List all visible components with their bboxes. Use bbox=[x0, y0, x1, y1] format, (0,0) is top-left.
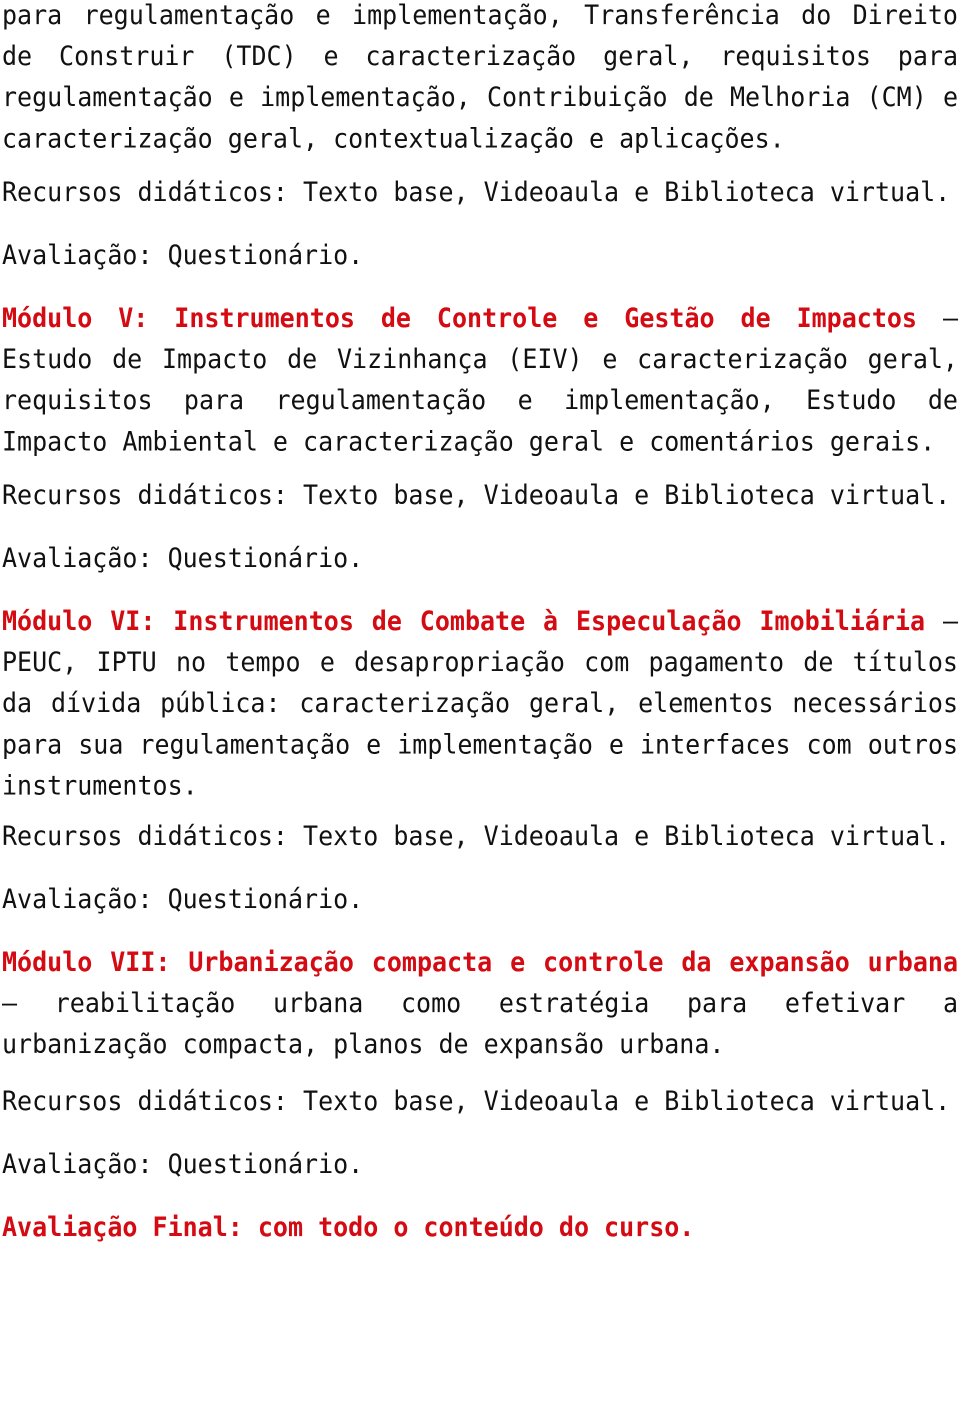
module-6-evaluation: Avaliação: Questionário. bbox=[2, 883, 364, 915]
intro-evaluation: Avaliação: Questionário. bbox=[2, 239, 364, 271]
module-5-resources: Recursos didáticos: Texto base, Videoaul… bbox=[2, 479, 951, 511]
module-6-paragraph: Módulo VI: Instrumentos de Combate à Esp… bbox=[2, 601, 958, 806]
course-syllabus-document: para regulamentação e implementação, Tra… bbox=[0, 0, 960, 1245]
module-5-description: Estudo de Impacto de Vizinhança (EIV) e … bbox=[2, 343, 958, 457]
module-5-paragraph: Módulo V: Instrumentos de Controle e Ges… bbox=[2, 298, 958, 462]
module-6-description: PEUC, IPTU no tempo e desapropriação com… bbox=[2, 646, 958, 801]
module-7-evaluation: Avaliação: Questionário. bbox=[2, 1148, 364, 1180]
intro-paragraph: para regulamentação e implementação, Tra… bbox=[2, 0, 958, 159]
module-6-separator: – bbox=[925, 605, 959, 637]
module-7-title: Módulo VII: Urbanização compacta e contr… bbox=[2, 946, 958, 978]
module-7-resources: Recursos didáticos: Texto base, Videoaul… bbox=[2, 1085, 951, 1117]
module-5-title: Módulo V: Instrumentos de Controle e Ges… bbox=[2, 302, 917, 334]
final-evaluation: Avaliação Final: com todo o conteúdo do … bbox=[2, 1211, 695, 1243]
module-7-separator: – bbox=[2, 987, 55, 1019]
module-7-paragraph: Módulo VII: Urbanização compacta e contr… bbox=[2, 942, 958, 1065]
module-5-separator: – bbox=[917, 302, 958, 334]
module-5-evaluation: Avaliação: Questionário. bbox=[2, 542, 364, 574]
intro-text: para regulamentação e implementação, Tra… bbox=[2, 0, 958, 154]
module-6-title: Módulo VI: Instrumentos de Combate à Esp… bbox=[2, 605, 926, 637]
module-6-resources: Recursos didáticos: Texto base, Videoaul… bbox=[2, 820, 951, 852]
module-7-description: reabilitação urbana como estratégia para… bbox=[2, 987, 958, 1060]
intro-resources: Recursos didáticos: Texto base, Videoaul… bbox=[2, 176, 951, 208]
